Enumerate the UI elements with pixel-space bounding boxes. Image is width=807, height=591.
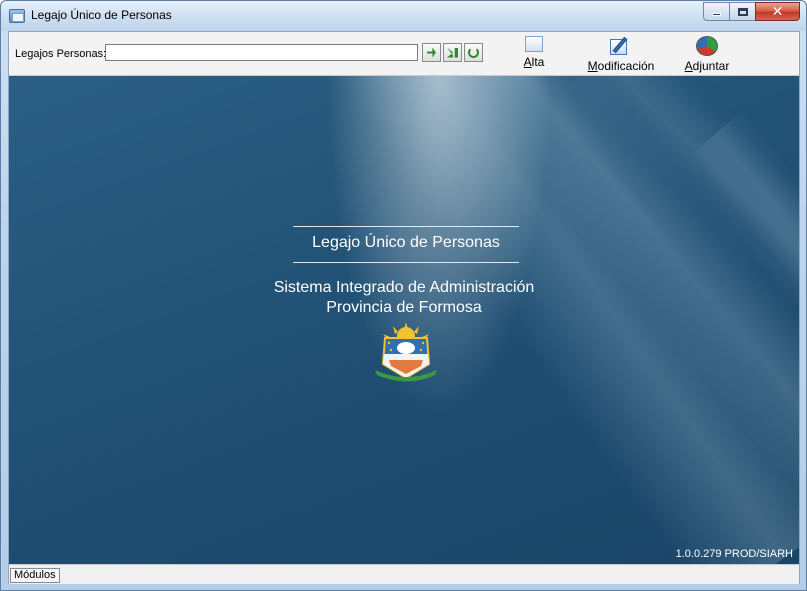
refresh-icon bbox=[468, 47, 479, 58]
modulos-tab[interactable]: Módulos bbox=[10, 568, 60, 583]
go-button[interactable] bbox=[422, 43, 441, 62]
title-bar[interactable]: Legajo Único de Personas ✕ bbox=[1, 1, 806, 31]
status-bar: Módulos bbox=[9, 564, 799, 584]
edit-document-icon bbox=[610, 36, 632, 56]
splash-subtitle-line2: Provincia de Formosa bbox=[326, 299, 482, 316]
legajos-personas-label: Legajos Personas: bbox=[15, 48, 107, 60]
modificacion-label: Modificación bbox=[587, 59, 655, 73]
maximize-icon bbox=[737, 7, 748, 16]
app-window: Legajo Único de Personas ✕ Legajos Perso… bbox=[0, 0, 807, 591]
alta-button[interactable]: Alta bbox=[517, 36, 551, 69]
version-label: 1.0.0.279 PROD/SIARH bbox=[675, 548, 793, 560]
minimize-icon bbox=[712, 13, 721, 16]
new-document-icon bbox=[525, 36, 543, 52]
adjuntar-button[interactable]: Adjuntar bbox=[679, 36, 735, 73]
splash-panel: Legajo Único de Personas Sistema Integra… bbox=[9, 76, 799, 564]
province-seal-icon bbox=[375, 322, 437, 382]
refresh-button[interactable] bbox=[464, 43, 483, 62]
maximize-button[interactable] bbox=[729, 2, 755, 21]
splash-subtitle: Sistema Integrado de Administración Prov… bbox=[209, 278, 599, 318]
window-controls: ✕ bbox=[703, 2, 800, 22]
alta-label: Alta bbox=[523, 55, 545, 69]
window-title: Legajo Único de Personas bbox=[31, 8, 172, 22]
splash-title: Legajo Único de Personas bbox=[312, 234, 500, 251]
next-record-button[interactable] bbox=[443, 43, 462, 62]
go-icon bbox=[427, 47, 436, 58]
next-record-icon bbox=[447, 47, 458, 58]
splash-bottom-rule bbox=[293, 262, 519, 263]
close-icon: ✕ bbox=[771, 3, 784, 19]
legajos-personas-input[interactable] bbox=[105, 44, 418, 61]
minimize-button[interactable] bbox=[703, 2, 729, 21]
modificacion-button[interactable]: Modificación bbox=[581, 36, 661, 73]
app-icon[interactable] bbox=[9, 9, 25, 23]
client-area: Legajos Personas: Alta Modificación Adju… bbox=[8, 31, 800, 584]
splash-subtitle-line1: Sistema Integrado de Administración bbox=[273, 279, 535, 296]
toolbar: Legajos Personas: Alta Modificación Adju… bbox=[9, 32, 799, 76]
adjuntar-label: Adjuntar bbox=[684, 59, 730, 73]
close-button[interactable]: ✕ bbox=[755, 2, 800, 21]
splash-top-rule bbox=[293, 226, 519, 227]
attach-pie-icon bbox=[696, 36, 718, 56]
